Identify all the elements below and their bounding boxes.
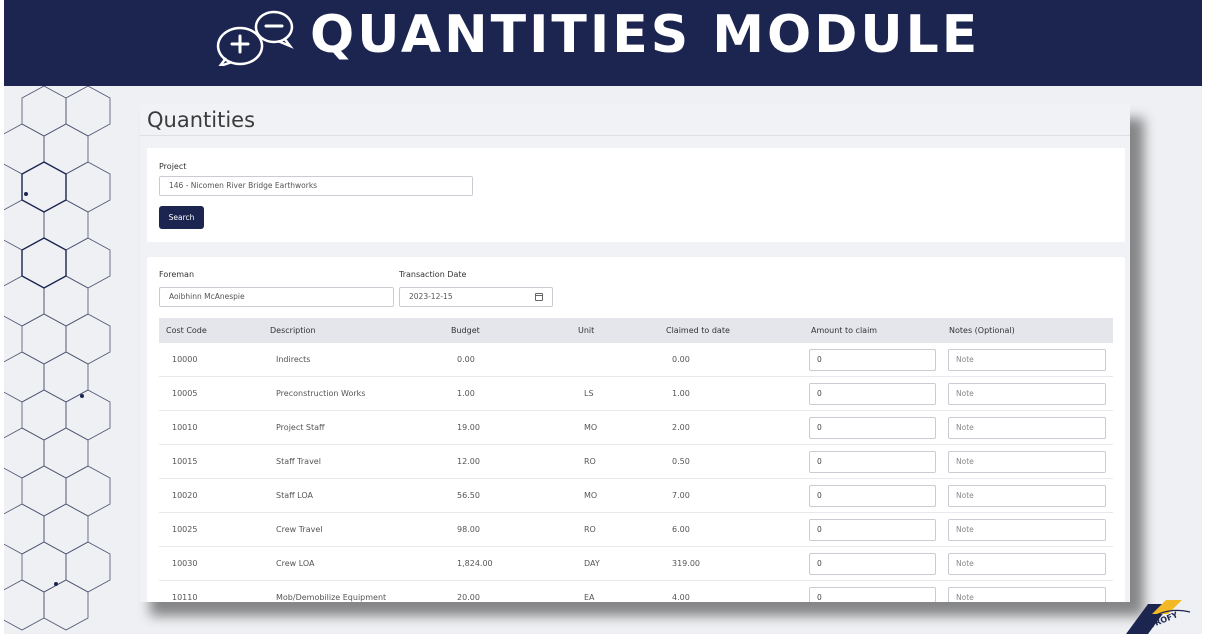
cost-code-cell: 10015 bbox=[172, 457, 198, 466]
table-row: 10015 Staff Travel 12.00 RO 0.50 0 Note bbox=[159, 445, 1113, 479]
table-row: 10110 Mob/Demobilize Equipment 20.00 EA … bbox=[159, 581, 1113, 602]
col-unit: Unit bbox=[578, 326, 595, 335]
transaction-date-field[interactable]: 2023-12-15 bbox=[399, 287, 553, 307]
claimed-cell: 6.00 bbox=[672, 525, 690, 534]
foreman-field[interactable]: Aoibhinn McAnespie bbox=[159, 287, 394, 307]
budget-cell: 19.00 bbox=[457, 423, 480, 432]
claimed-cell: 319.00 bbox=[672, 559, 700, 568]
description-cell: Indirects bbox=[276, 355, 311, 364]
claimed-cell: 0.50 bbox=[672, 457, 690, 466]
cost-code-cell: 10030 bbox=[172, 559, 198, 568]
project-search-card: Project 146 - Nicomen River Bridge Earth… bbox=[147, 148, 1125, 242]
banner-title: QUANTITIES MODULE bbox=[310, 5, 981, 65]
col-claimed-to-date: Claimed to date bbox=[666, 326, 730, 335]
amount-to-claim-input[interactable]: 0 bbox=[809, 349, 936, 371]
col-notes: Notes (Optional) bbox=[949, 326, 1015, 335]
claimed-cell: 0.00 bbox=[672, 355, 690, 364]
cost-code-cell: 10000 bbox=[172, 355, 198, 364]
unit-cell: LS bbox=[584, 389, 594, 398]
transaction-date-label: Transaction Date bbox=[399, 270, 467, 279]
table-row: 10025 Crew Travel 98.00 RO 6.00 0 Note bbox=[159, 513, 1113, 547]
amount-to-claim-input[interactable]: 0 bbox=[809, 383, 936, 405]
table-header: Cost Code Description Budget Unit Claime… bbox=[159, 318, 1113, 343]
amount-to-claim-input[interactable]: 0 bbox=[809, 553, 936, 575]
col-cost-code: Cost Code bbox=[166, 326, 207, 335]
hexagon-pattern-decoration bbox=[4, 86, 111, 631]
note-input[interactable]: Note bbox=[948, 553, 1106, 575]
col-description: Description bbox=[270, 326, 316, 335]
note-input[interactable]: Note bbox=[948, 417, 1106, 439]
note-input[interactable]: Note bbox=[948, 349, 1106, 371]
unit-cell: MO bbox=[584, 423, 598, 432]
budget-cell: 0.00 bbox=[457, 355, 475, 364]
description-cell: Crew Travel bbox=[276, 525, 323, 534]
budget-cell: 56.50 bbox=[457, 491, 480, 500]
description-cell: Preconstruction Works bbox=[276, 389, 366, 398]
description-cell: Mob/Demobilize Equipment bbox=[276, 593, 387, 602]
quantities-app-panel: Quantities Project 146 - Nicomen River B… bbox=[140, 104, 1130, 602]
budget-cell: 1.00 bbox=[457, 389, 475, 398]
table-row: 10000 Indirects 0.00 0.00 0 Note bbox=[159, 343, 1113, 377]
description-cell: Crew LOA bbox=[276, 559, 315, 568]
amount-to-claim-input[interactable]: 0 bbox=[809, 417, 936, 439]
search-button[interactable]: Search bbox=[159, 206, 204, 229]
cost-code-cell: 10025 bbox=[172, 525, 198, 534]
budget-cell: 20.00 bbox=[457, 593, 480, 602]
right-edge bbox=[1202, 0, 1206, 634]
table-row: 10030 Crew LOA 1,824.00 DAY 319.00 0 Not… bbox=[159, 547, 1113, 581]
cost-code-cell: 10005 bbox=[172, 389, 198, 398]
claimed-cell: 2.00 bbox=[672, 423, 690, 432]
unit-cell: DAY bbox=[584, 559, 600, 568]
transaction-date-value: 2023-12-15 bbox=[409, 292, 453, 301]
note-input[interactable]: Note bbox=[948, 587, 1106, 602]
note-input[interactable]: Note bbox=[948, 451, 1106, 473]
unit-cell: EA bbox=[584, 593, 595, 602]
budget-cell: 98.00 bbox=[457, 525, 480, 534]
budget-cell: 12.00 bbox=[457, 457, 480, 466]
speech-bubbles-plus-minus-icon bbox=[216, 10, 294, 66]
page-title: Quantities bbox=[147, 108, 256, 132]
col-budget: Budget bbox=[451, 326, 480, 335]
project-label: Project bbox=[159, 162, 187, 171]
col-amount-to-claim: Amount to claim bbox=[811, 326, 878, 335]
table-row: 10005 Preconstruction Works 1.00 LS 1.00… bbox=[159, 377, 1113, 411]
table-row: 10020 Staff LOA 56.50 MO 7.00 0 Note bbox=[159, 479, 1113, 513]
amount-to-claim-input[interactable]: 0 bbox=[809, 519, 936, 541]
calendar-icon[interactable] bbox=[535, 293, 543, 301]
amount-to-claim-input[interactable]: 0 bbox=[809, 485, 936, 507]
unit-cell: MO bbox=[584, 491, 598, 500]
description-cell: Project Staff bbox=[276, 423, 325, 432]
project-select[interactable]: 146 - Nicomen River Bridge Earthworks bbox=[159, 176, 473, 196]
amount-to-claim-input[interactable]: 0 bbox=[809, 587, 936, 602]
description-cell: Staff Travel bbox=[276, 457, 321, 466]
unit-cell: RO bbox=[584, 457, 596, 466]
claimed-cell: 1.00 bbox=[672, 389, 690, 398]
brand-logo: TROFY bbox=[1126, 600, 1191, 634]
note-input[interactable]: Note bbox=[948, 383, 1106, 405]
note-input[interactable]: Note bbox=[948, 519, 1106, 541]
table-row: 10010 Project Staff 19.00 MO 2.00 0 Note bbox=[159, 411, 1113, 445]
amount-to-claim-input[interactable]: 0 bbox=[809, 451, 936, 473]
title-divider bbox=[140, 135, 1130, 136]
unit-cell: RO bbox=[584, 525, 596, 534]
claimed-cell: 4.00 bbox=[672, 593, 690, 602]
cost-code-cell: 10020 bbox=[172, 491, 198, 500]
cost-code-cell: 10010 bbox=[172, 423, 198, 432]
claimed-cell: 7.00 bbox=[672, 491, 690, 500]
foreman-label: Foreman bbox=[159, 270, 195, 279]
description-cell: Staff LOA bbox=[276, 491, 313, 500]
header-banner: QUANTITIES MODULE bbox=[4, 0, 1202, 86]
quantities-entry-card: Foreman Aoibhinn McAnespie Transaction D… bbox=[147, 257, 1125, 602]
note-input[interactable]: Note bbox=[948, 485, 1106, 507]
budget-cell: 1,824.00 bbox=[457, 559, 493, 568]
cost-code-cell: 10110 bbox=[172, 593, 198, 602]
